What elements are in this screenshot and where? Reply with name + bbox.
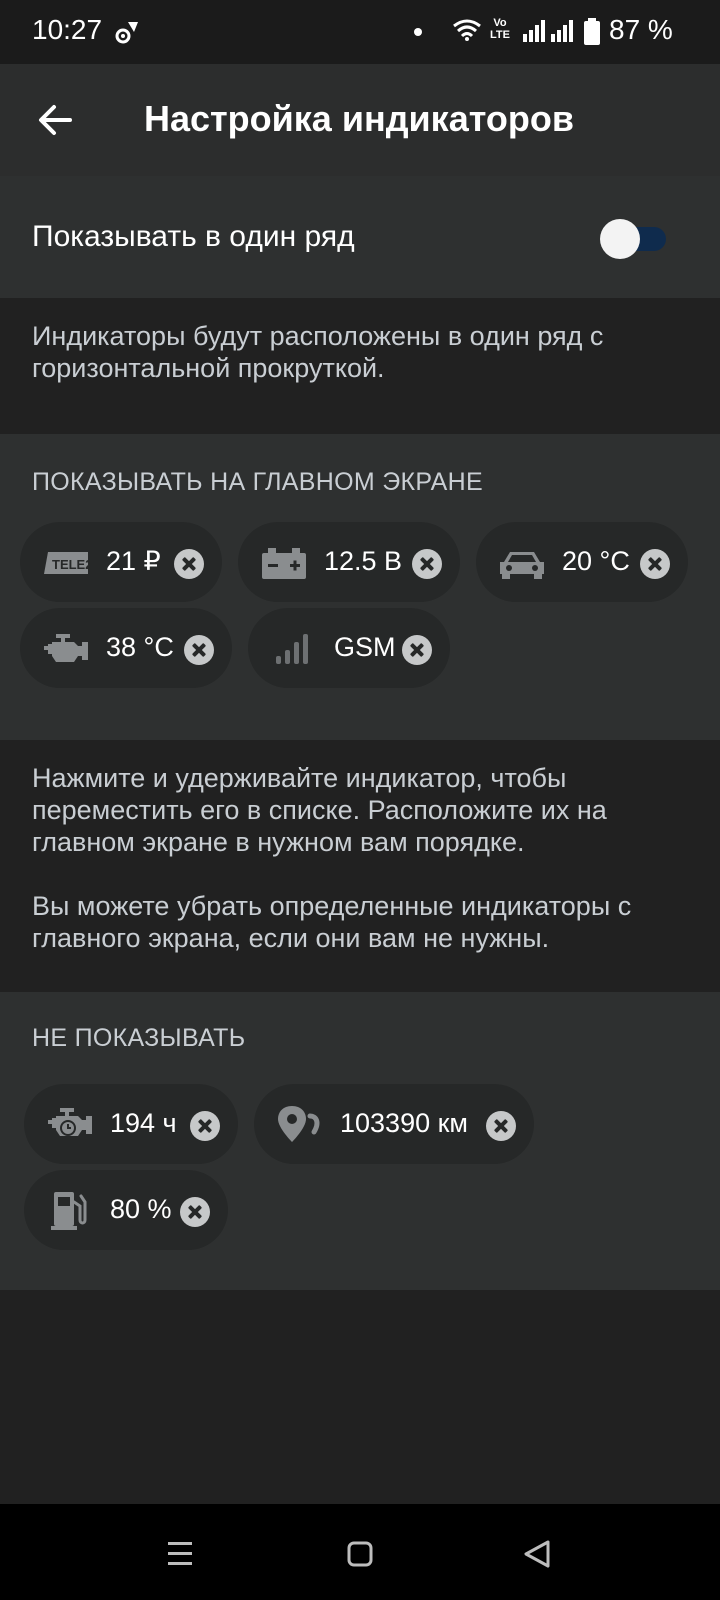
remove-hint: Вы можете убрать определенные индикаторы… [32,891,632,953]
chip-value: 103390 км [340,1108,468,1138]
indicator-chip-gsm[interactable]: GSM [248,608,450,688]
indicator-chip-mileage[interactable]: 103390 км [254,1084,534,1164]
chip-value: 20 °C [562,546,630,576]
chip-value: 38 °C [106,632,174,662]
signal-strength-icon [270,626,318,670]
reorder-hint: Нажмите и удерживайте индикатор, чтобы п… [32,763,607,857]
indicator-chip-engine-hours[interactable]: 194 ч [24,1084,238,1164]
indicator-chip-cabin-temp[interactable]: 20 °C [476,522,688,602]
reorder-hint-block: Нажмите и удерживайте индикатор, чтобы п… [0,740,720,992]
indicator-chip-battery[interactable]: 12.5 В [238,522,460,602]
app-bar: Настройка индикаторов [0,64,720,176]
home-icon [347,1541,373,1567]
single-row-toggle[interactable] [600,217,666,259]
battery-percent: 87 % [609,14,673,45]
signal-icon [522,20,546,47]
volte-icon: Vo LTE [490,17,510,41]
single-row-hint: Индикаторы будут расположены в один ряд … [32,321,604,383]
remove-chip-icon[interactable] [174,549,204,579]
home-button[interactable] [340,1534,380,1574]
tele2-icon: TELE2 [42,540,92,584]
engine-icon [42,626,90,670]
show-on-main-section: ПОКАЗЫВАТЬ НА ГЛАВНОМ ЭКРАНЕ TELE2 21 ₽ … [0,434,720,740]
recent-apps-icon [168,1542,192,1565]
single-row-label: Показывать в один ряд [32,220,355,253]
chip-value: 194 ч [110,1108,177,1138]
remove-chip-icon[interactable] [180,1197,210,1227]
remove-chip-icon[interactable] [402,635,432,665]
signal-icon [550,20,574,47]
page-title: Настройка индикаторов [144,98,574,139]
show-section-title: ПОКАЗЫВАТЬ НА ГЛАВНОМ ЭКРАНЕ [32,468,483,496]
arrow-left-icon [39,105,72,135]
back-button[interactable] [30,94,82,146]
wifi-icon [452,18,482,47]
battery-icon [583,18,601,51]
fuel-icon [46,1188,94,1232]
toggle-thumb [600,219,640,259]
single-row-hint-block: Индикаторы будут расположены в один ряд … [0,298,720,434]
nav-back-button[interactable] [518,1534,558,1574]
chip-value: GSM [334,632,396,662]
remove-chip-icon[interactable] [486,1111,516,1141]
remove-chip-icon[interactable] [640,549,670,579]
notification-dot-icon [414,28,422,36]
remove-chip-icon[interactable] [190,1111,220,1141]
hide-section-title: НЕ ПОКАЗЫВАТЬ [32,1024,246,1052]
chip-value: 21 ₽ [106,546,161,576]
mileage-pin-icon [276,1102,324,1146]
remove-chip-icon[interactable] [184,635,214,665]
single-row-setting[interactable]: Показывать в один ряд [0,176,720,298]
hidden-indicators-section: НЕ ПОКАЗЫВАТЬ 194 ч 103390 км 80 % [0,992,720,1290]
indicator-chip-fuel[interactable]: 80 % [24,1170,228,1250]
svg-text:TELE2: TELE2 [52,557,90,572]
indicator-chip-engine-temp[interactable]: 38 °C [20,608,232,688]
status-bar: 10:27 Vo LTE 87 % [0,0,720,64]
recent-apps-button[interactable] [160,1534,200,1574]
indicator-chip-balance[interactable]: TELE2 21 ₽ [20,522,222,602]
system-nav-bar [0,1504,720,1600]
remove-chip-icon[interactable] [412,549,442,579]
car-battery-icon [260,540,308,584]
status-time: 10:27 [32,14,103,45]
chip-value: 80 % [110,1194,172,1224]
car-icon [498,540,546,584]
engine-hours-icon [46,1102,94,1146]
back-triangle-icon [524,1540,550,1568]
chip-value: 12.5 В [324,546,403,576]
settings-sync-icon [114,18,140,51]
